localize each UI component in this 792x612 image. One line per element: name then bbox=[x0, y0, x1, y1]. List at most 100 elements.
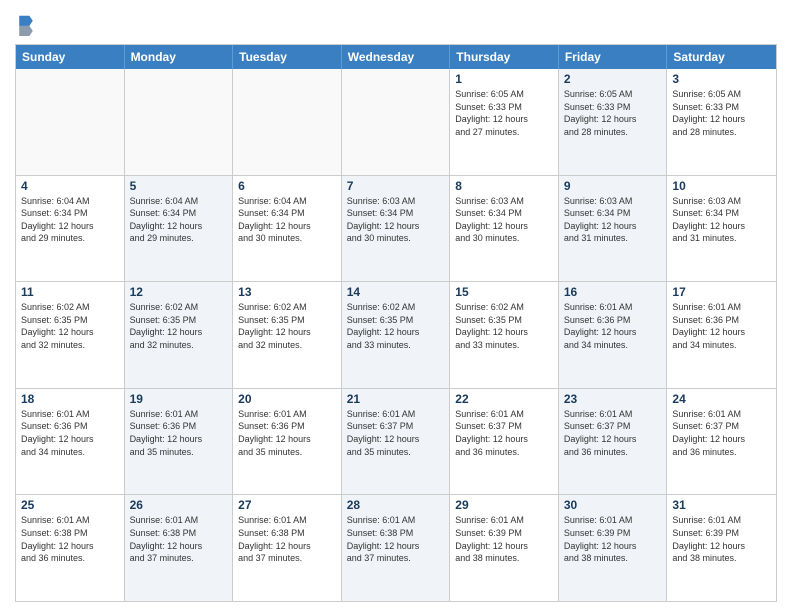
day-info: Sunrise: 6:01 AM Sunset: 6:39 PM Dayligh… bbox=[455, 514, 553, 564]
header bbox=[15, 10, 777, 36]
day-number: 10 bbox=[672, 179, 771, 193]
calendar-cell: 17Sunrise: 6:01 AM Sunset: 6:36 PM Dayli… bbox=[667, 282, 776, 388]
day-info: Sunrise: 6:01 AM Sunset: 6:38 PM Dayligh… bbox=[21, 514, 119, 564]
day-number: 4 bbox=[21, 179, 119, 193]
day-number: 23 bbox=[564, 392, 662, 406]
day-info: Sunrise: 6:01 AM Sunset: 6:39 PM Dayligh… bbox=[564, 514, 662, 564]
day-number: 29 bbox=[455, 498, 553, 512]
page: SundayMondayTuesdayWednesdayThursdayFrid… bbox=[0, 0, 792, 612]
calendar-cell bbox=[233, 69, 342, 175]
calendar-cell bbox=[16, 69, 125, 175]
calendar-cell: 7Sunrise: 6:03 AM Sunset: 6:34 PM Daylig… bbox=[342, 176, 451, 282]
calendar-body: 1 Sunrise: 6:05 AM Sunset: 6:33 PM Daylig… bbox=[16, 69, 776, 601]
calendar-cell: 28 Sunrise: 6:01 AM Sunset: 6:38 PM Dayli… bbox=[342, 495, 451, 601]
calendar-cell: 13Sunrise: 6:02 AM Sunset: 6:35 PM Dayli… bbox=[233, 282, 342, 388]
calendar-cell: 10 Sunrise: 6:03 AM Sunset: 6:34 PM Dayli… bbox=[667, 176, 776, 282]
day-number: 1 bbox=[455, 72, 553, 86]
day-number: 5 bbox=[130, 179, 228, 193]
calendar-cell: 8 Sunrise: 6:03 AM Sunset: 6:34 PM Daylig… bbox=[450, 176, 559, 282]
day-number: 12 bbox=[130, 285, 228, 299]
calendar-cell: 5 Sunrise: 6:04 AM Sunset: 6:34 PM Daylig… bbox=[125, 176, 234, 282]
day-info: Sunrise: 6:01 AM Sunset: 6:38 PM Dayligh… bbox=[347, 514, 445, 564]
day-number: 25 bbox=[21, 498, 119, 512]
calendar-cell: 24Sunrise: 6:01 AM Sunset: 6:37 PM Dayli… bbox=[667, 389, 776, 495]
calendar-cell: 14 Sunrise: 6:02 AM Sunset: 6:35 PM Dayli… bbox=[342, 282, 451, 388]
day-info: Sunrise: 6:02 AM Sunset: 6:35 PM Dayligh… bbox=[347, 301, 445, 351]
day-number: 7 bbox=[347, 179, 445, 193]
day-info: Sunrise: 6:02 AM Sunset: 6:35 PM Dayligh… bbox=[130, 301, 228, 351]
calendar-cell: 21 Sunrise: 6:01 AM Sunset: 6:37 PM Dayli… bbox=[342, 389, 451, 495]
day-number: 27 bbox=[238, 498, 336, 512]
day-number: 11 bbox=[21, 285, 119, 299]
calendar-cell: 23 Sunrise: 6:01 AM Sunset: 6:37 PM Dayli… bbox=[559, 389, 668, 495]
day-info: Sunrise: 6:01 AM Sunset: 6:37 PM Dayligh… bbox=[455, 408, 553, 458]
day-number: 28 bbox=[347, 498, 445, 512]
day-info: Sunrise: 6:04 AM Sunset: 6:34 PM Dayligh… bbox=[130, 195, 228, 245]
day-number: 14 bbox=[347, 285, 445, 299]
day-info: Sunrise: 6:01 AM Sunset: 6:39 PM Dayligh… bbox=[672, 514, 771, 564]
calendar-cell: 31 Sunrise: 6:01 AM Sunset: 6:39 PM Dayli… bbox=[667, 495, 776, 601]
calendar-week: 18Sunrise: 6:01 AM Sunset: 6:36 PM Dayli… bbox=[16, 388, 776, 495]
calendar-cell bbox=[342, 69, 451, 175]
day-info: Sunrise: 6:01 AM Sunset: 6:37 PM Dayligh… bbox=[347, 408, 445, 458]
calendar-header-cell: Saturday bbox=[667, 45, 776, 69]
day-info: Sunrise: 6:01 AM Sunset: 6:37 PM Dayligh… bbox=[564, 408, 662, 458]
calendar-cell: 22 Sunrise: 6:01 AM Sunset: 6:37 PM Dayli… bbox=[450, 389, 559, 495]
day-number: 8 bbox=[455, 179, 553, 193]
day-number: 13 bbox=[238, 285, 336, 299]
day-number: 20 bbox=[238, 392, 336, 406]
calendar-cell: 26 Sunrise: 6:01 AM Sunset: 6:38 PM Dayli… bbox=[125, 495, 234, 601]
calendar-header: SundayMondayTuesdayWednesdayThursdayFrid… bbox=[16, 45, 776, 69]
day-info: Sunrise: 6:03 AM Sunset: 6:34 PM Dayligh… bbox=[672, 195, 771, 245]
calendar-cell: 25 Sunrise: 6:01 AM Sunset: 6:38 PM Dayli… bbox=[16, 495, 125, 601]
calendar-cell: 11 Sunrise: 6:02 AM Sunset: 6:35 PM Dayli… bbox=[16, 282, 125, 388]
calendar-header-cell: Wednesday bbox=[342, 45, 451, 69]
logo-icon bbox=[17, 14, 35, 36]
day-number: 31 bbox=[672, 498, 771, 512]
calendar-cell: 27 Sunrise: 6:01 AM Sunset: 6:38 PM Dayli… bbox=[233, 495, 342, 601]
day-info: Sunrise: 6:05 AM Sunset: 6:33 PM Dayligh… bbox=[672, 88, 771, 138]
day-info: Sunrise: 6:01 AM Sunset: 6:36 PM Dayligh… bbox=[238, 408, 336, 458]
calendar-week: 4 Sunrise: 6:04 AM Sunset: 6:34 PM Daylig… bbox=[16, 175, 776, 282]
calendar-header-cell: Tuesday bbox=[233, 45, 342, 69]
day-info: Sunrise: 6:05 AM Sunset: 6:33 PM Dayligh… bbox=[455, 88, 553, 138]
calendar-cell: 18Sunrise: 6:01 AM Sunset: 6:36 PM Dayli… bbox=[16, 389, 125, 495]
day-number: 2 bbox=[564, 72, 662, 86]
day-info: Sunrise: 6:01 AM Sunset: 6:38 PM Dayligh… bbox=[130, 514, 228, 564]
calendar-header-cell: Sunday bbox=[16, 45, 125, 69]
day-number: 17 bbox=[672, 285, 771, 299]
day-number: 26 bbox=[130, 498, 228, 512]
day-number: 30 bbox=[564, 498, 662, 512]
logo bbox=[15, 14, 37, 36]
calendar-cell: 9 Sunrise: 6:03 AM Sunset: 6:34 PM Daylig… bbox=[559, 176, 668, 282]
calendar-cell: 4 Sunrise: 6:04 AM Sunset: 6:34 PM Daylig… bbox=[16, 176, 125, 282]
day-number: 22 bbox=[455, 392, 553, 406]
calendar-cell: 12 Sunrise: 6:02 AM Sunset: 6:35 PM Dayli… bbox=[125, 282, 234, 388]
calendar-header-cell: Friday bbox=[559, 45, 668, 69]
day-number: 9 bbox=[564, 179, 662, 193]
day-info: Sunrise: 6:03 AM Sunset: 6:34 PM Dayligh… bbox=[564, 195, 662, 245]
day-info: Sunrise: 6:01 AM Sunset: 6:36 PM Dayligh… bbox=[564, 301, 662, 351]
day-info: Sunrise: 6:01 AM Sunset: 6:38 PM Dayligh… bbox=[238, 514, 336, 564]
calendar-cell: 19Sunrise: 6:01 AM Sunset: 6:36 PM Dayli… bbox=[125, 389, 234, 495]
day-info: Sunrise: 6:04 AM Sunset: 6:34 PM Dayligh… bbox=[238, 195, 336, 245]
day-number: 15 bbox=[455, 285, 553, 299]
day-info: Sunrise: 6:03 AM Sunset: 6:34 PM Dayligh… bbox=[455, 195, 553, 245]
calendar-cell: 1 Sunrise: 6:05 AM Sunset: 6:33 PM Daylig… bbox=[450, 69, 559, 175]
day-number: 16 bbox=[564, 285, 662, 299]
calendar-week: 25 Sunrise: 6:01 AM Sunset: 6:38 PM Dayli… bbox=[16, 494, 776, 601]
day-number: 21 bbox=[347, 392, 445, 406]
calendar-cell: 3 Sunrise: 6:05 AM Sunset: 6:33 PM Daylig… bbox=[667, 69, 776, 175]
calendar-cell: 20 Sunrise: 6:01 AM Sunset: 6:36 PM Dayli… bbox=[233, 389, 342, 495]
day-info: Sunrise: 6:02 AM Sunset: 6:35 PM Dayligh… bbox=[21, 301, 119, 351]
calendar-cell: 30 Sunrise: 6:01 AM Sunset: 6:39 PM Dayli… bbox=[559, 495, 668, 601]
day-number: 3 bbox=[672, 72, 771, 86]
day-number: 24 bbox=[672, 392, 771, 406]
calendar-cell bbox=[125, 69, 234, 175]
calendar: SundayMondayTuesdayWednesdayThursdayFrid… bbox=[15, 44, 777, 602]
calendar-header-cell: Thursday bbox=[450, 45, 559, 69]
calendar-cell: 2 Sunrise: 6:05 AM Sunset: 6:33 PM Daylig… bbox=[559, 69, 668, 175]
day-info: Sunrise: 6:04 AM Sunset: 6:34 PM Dayligh… bbox=[21, 195, 119, 245]
day-info: Sunrise: 6:05 AM Sunset: 6:33 PM Dayligh… bbox=[564, 88, 662, 138]
calendar-cell: 29 Sunrise: 6:01 AM Sunset: 6:39 PM Dayli… bbox=[450, 495, 559, 601]
